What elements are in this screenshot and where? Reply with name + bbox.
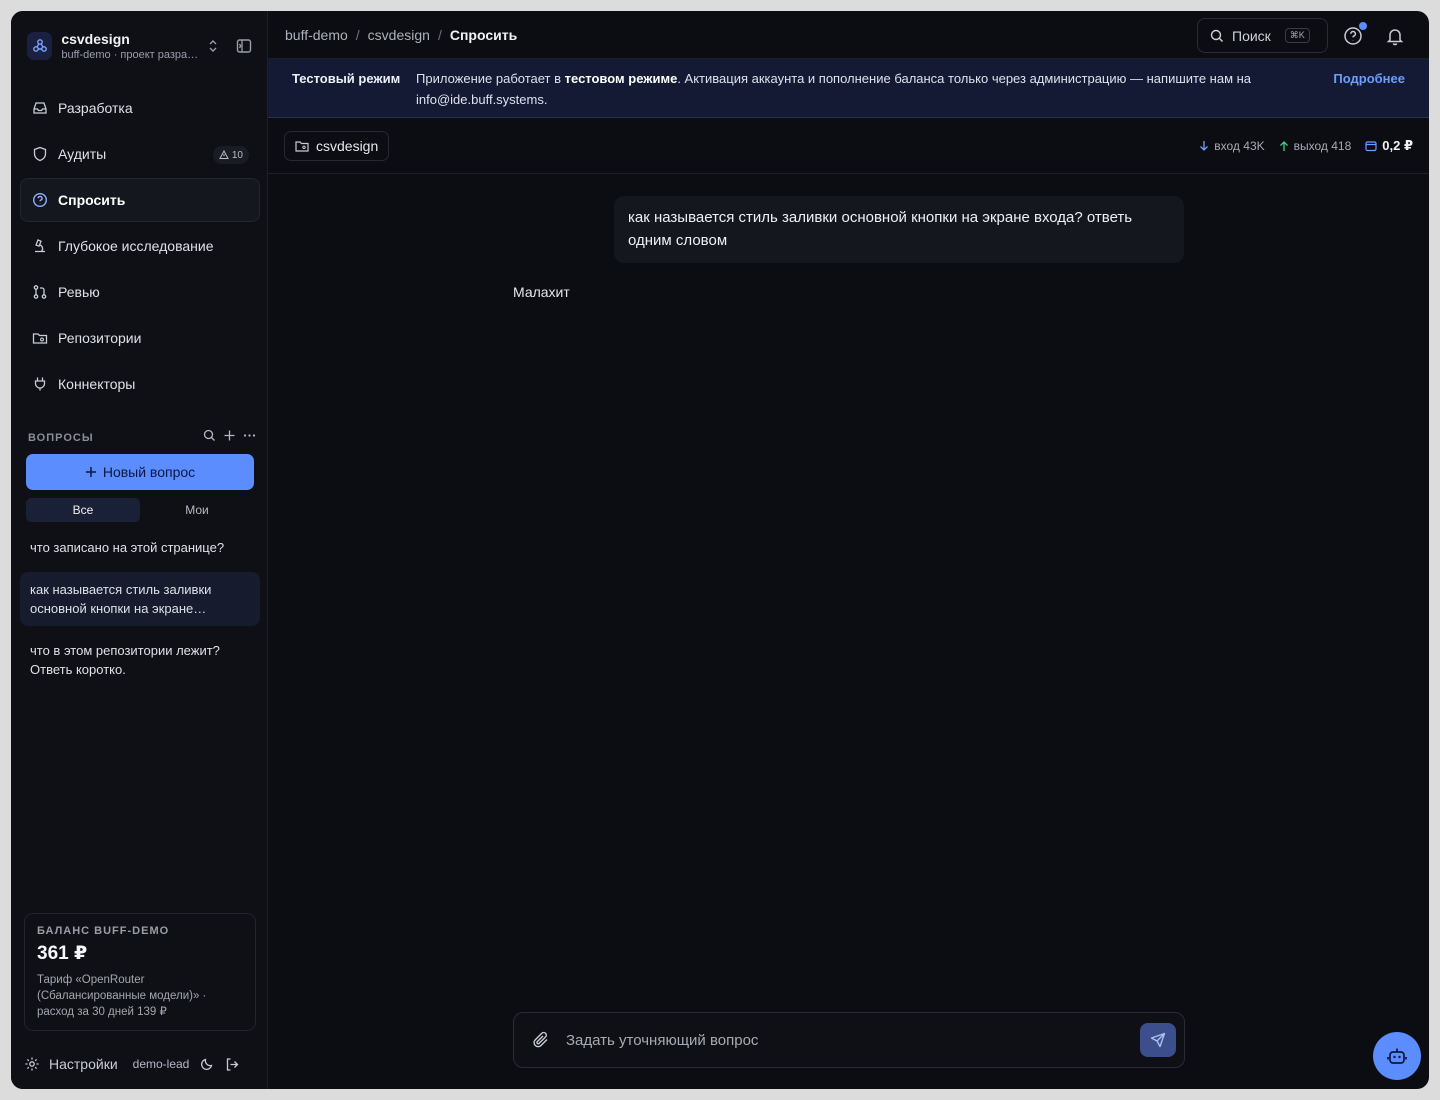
folder-git-icon [295, 141, 309, 152]
send-button[interactable] [1140, 1023, 1176, 1057]
username: demo-lead [132, 1057, 190, 1071]
search-button[interactable]: Поиск ⌘K [1197, 18, 1328, 53]
nav-item-deep-research[interactable]: Глубокое исследование [20, 224, 260, 268]
tab-all[interactable]: Все [26, 498, 140, 522]
app-window: csvdesign buff-demo · проект разработки … [11, 11, 1429, 1089]
search-icon[interactable] [203, 429, 216, 447]
nav-item-repositories[interactable]: Репозитории [20, 316, 260, 360]
banner-title: Тестовый режим [292, 71, 401, 86]
search-icon [1210, 29, 1223, 42]
nav-item-development[interactable]: Разработка [20, 86, 260, 130]
nav-item-label: Репозитории [58, 330, 142, 346]
repo-chip[interactable]: csvdesign [284, 131, 390, 161]
test-mode-banner: Тестовый режим Приложение работает в тес… [268, 59, 1429, 118]
microscope-icon [32, 238, 48, 254]
notification-dot [1359, 22, 1367, 30]
main-nav: Разработка Аудиты 10 Спросить Глубокое и… [20, 86, 260, 408]
list-item[interactable]: что в этом репозитории лежит? Ответь кор… [20, 633, 260, 687]
breadcrumb-current: Спросить [449, 26, 518, 43]
top-bar: buff-demo / csvdesign / Спросить Поиск ⌘… [268, 11, 1429, 59]
plug-icon [32, 376, 48, 392]
input-tokens: вход 43K [1199, 139, 1265, 153]
chevron-up-down-icon [207, 39, 220, 53]
sidebar-collapse-icon[interactable] [236, 38, 252, 54]
tab-mine[interactable]: Мои [140, 498, 254, 522]
nav-item-label: Спросить [58, 192, 126, 208]
nav-item-review[interactable]: Ревью [20, 270, 260, 314]
banner-more-link[interactable]: Подробнее [1333, 68, 1405, 117]
nav-item-ask[interactable]: Спросить [20, 178, 260, 222]
assistant-bot-button[interactable] [1373, 1032, 1421, 1080]
balance-label: БАЛАНС BUFF-DEMO [37, 925, 170, 937]
bot-icon [1387, 1048, 1407, 1064]
send-icon [1150, 1032, 1166, 1048]
inbox-icon [32, 100, 48, 116]
breadcrumb-item[interactable]: csvdesign [368, 27, 430, 43]
logout-icon[interactable] [225, 1057, 240, 1072]
sidebar-footer: Настройки demo-lead [24, 1053, 256, 1075]
questions-header: ВОПРОСЫ [28, 429, 256, 447]
nav-item-audits[interactable]: Аудиты 10 [20, 132, 260, 176]
shield-icon [32, 146, 48, 162]
composer [513, 1012, 1185, 1068]
nav-item-label: Глубокое исследование [58, 238, 214, 254]
wallet-icon [1365, 141, 1377, 152]
folder-git-icon [32, 330, 48, 346]
audits-count-badge: 10 [212, 146, 249, 164]
nav-item-label: Ревью [58, 284, 100, 300]
plus-icon[interactable] [223, 429, 236, 447]
more-horizontal-icon[interactable] [243, 429, 256, 447]
questions-filter-tabs: Все Мои [26, 498, 254, 522]
questions-title: ВОПРОСЫ [28, 432, 94, 444]
workspace-logo-icon [27, 32, 53, 60]
breadcrumb-item[interactable]: buff-demo [285, 27, 348, 43]
plus-icon [85, 467, 96, 477]
user-message: как называется стиль заливки основной кн… [614, 196, 1184, 263]
nav-item-label: Разработка [58, 100, 133, 116]
nav-item-connectors[interactable]: Коннекторы [20, 362, 260, 406]
sidebar: csvdesign buff-demo · проект разработки … [11, 11, 268, 1089]
help-icon[interactable] [1343, 26, 1363, 51]
warning-icon [219, 150, 229, 159]
session-bar: csvdesign вход 43K выход 418 0,2 ₽ [268, 119, 1429, 174]
balance-card: БАЛАНС BUFF-DEMO 361 ₽ Тариф «OpenRouter… [24, 913, 256, 1031]
paperclip-icon[interactable] [532, 1031, 550, 1049]
settings-button[interactable]: Настройки [24, 1056, 118, 1072]
assistant-answer: Малахит [513, 284, 570, 300]
workspace-name: csvdesign [61, 30, 130, 47]
bell-icon[interactable] [1385, 26, 1405, 51]
nav-item-label: Коннекторы [58, 376, 136, 392]
balance-value: 361 ₽ [37, 943, 88, 964]
questions-list: что записано на этой странице? как назыв… [20, 530, 260, 706]
arrow-up-icon [1279, 141, 1288, 151]
new-question-button[interactable]: Новый вопрос [26, 454, 254, 490]
balance-description: Тариф «OpenRouter (Сбалансированные моде… [37, 974, 207, 1018]
moon-icon[interactable] [200, 1057, 214, 1071]
help-circle-icon [32, 192, 48, 208]
list-item[interactable]: что записано на этой странице? [20, 530, 260, 565]
usage-stats: вход 43K выход 418 0,2 ₽ [1199, 138, 1413, 154]
main-area: buff-demo / csvdesign / Спросить Поиск ⌘… [268, 11, 1429, 1089]
list-item[interactable]: как называется стиль заливки основной кн… [20, 572, 260, 626]
shortcut-badge: ⌘K [1284, 28, 1310, 43]
follow-up-input[interactable] [566, 1031, 1140, 1049]
workspace-switcher[interactable]: csvdesign buff-demo · проект разработки [27, 29, 252, 63]
gear-icon [25, 1057, 39, 1071]
session-cost: 0,2 ₽ [1365, 138, 1413, 154]
breadcrumb: buff-demo / csvdesign / Спросить [285, 26, 518, 43]
nav-item-label: Аудиты [58, 146, 107, 162]
arrow-down-icon [1200, 141, 1209, 151]
output-tokens: выход 418 [1279, 139, 1351, 153]
workspace-subtitle: buff-demo · проект разработки [61, 48, 200, 61]
git-pull-request-icon [32, 284, 48, 300]
banner-text: Приложение работает в тестовом режиме. А… [416, 71, 1252, 107]
